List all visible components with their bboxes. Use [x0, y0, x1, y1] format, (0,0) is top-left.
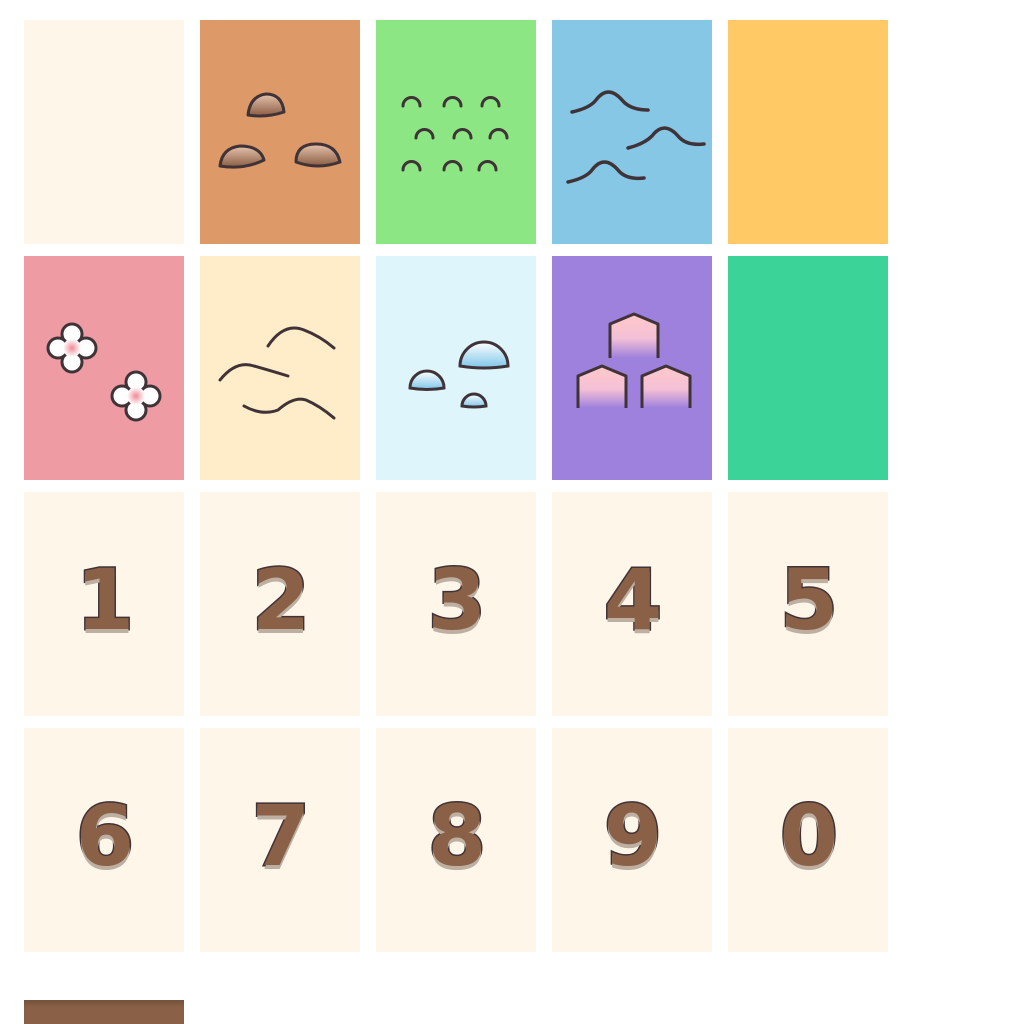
number-tile-3[interactable]: 3	[376, 492, 536, 716]
grass-tufts-icon	[401, 96, 509, 172]
crystals-icon	[576, 312, 692, 408]
crystals-tile[interactable]	[552, 256, 712, 480]
number-tile-8[interactable]: 8	[376, 728, 536, 952]
number-tile-4[interactable]: 4	[552, 492, 712, 716]
tile-digit: 3	[426, 551, 487, 649]
tile-digit: 4	[602, 551, 663, 649]
number-tile-9[interactable]: 9	[552, 728, 712, 952]
number-tile-7[interactable]: 7	[200, 728, 360, 952]
number-tile-0[interactable]: 0	[728, 728, 888, 952]
flowers-tile[interactable]	[24, 256, 184, 480]
tile-digit: 1	[74, 551, 135, 649]
number-tile-5[interactable]: 5	[728, 492, 888, 716]
rocks-icon	[218, 92, 342, 169]
tile-digit: 5	[778, 551, 839, 649]
waves-icon	[566, 90, 706, 184]
tile-digit: 9	[602, 787, 663, 885]
number-tile-2[interactable]: 2	[200, 492, 360, 716]
dunes-tile[interactable]	[200, 256, 360, 480]
water-tile[interactable]	[552, 20, 712, 244]
blank-tile[interactable]	[24, 20, 184, 244]
number-tile-6[interactable]: 6	[24, 728, 184, 952]
number-tile-1[interactable]: 1	[24, 492, 184, 716]
jungle-tile[interactable]	[728, 256, 888, 480]
tile-digit: 7	[250, 787, 311, 885]
dirt-tile-partial[interactable]	[24, 1000, 184, 1024]
dunes-icon	[218, 326, 336, 420]
tile-digit: 8	[426, 787, 487, 885]
tile-digit: 2	[250, 551, 311, 649]
snowballs-icon	[408, 340, 510, 409]
tile-edge-shade	[24, 20, 184, 244]
rocks-tile[interactable]	[200, 20, 360, 244]
tile-digit: 0	[778, 787, 839, 885]
tile-edge-shade	[728, 256, 888, 480]
snow-tile[interactable]	[376, 256, 536, 480]
sand-tile[interactable]	[728, 20, 888, 244]
flowers-icon	[46, 322, 162, 422]
grass-tile[interactable]	[376, 20, 536, 244]
tile-digit: 6	[74, 787, 135, 885]
tile-edge-shade	[728, 20, 888, 244]
